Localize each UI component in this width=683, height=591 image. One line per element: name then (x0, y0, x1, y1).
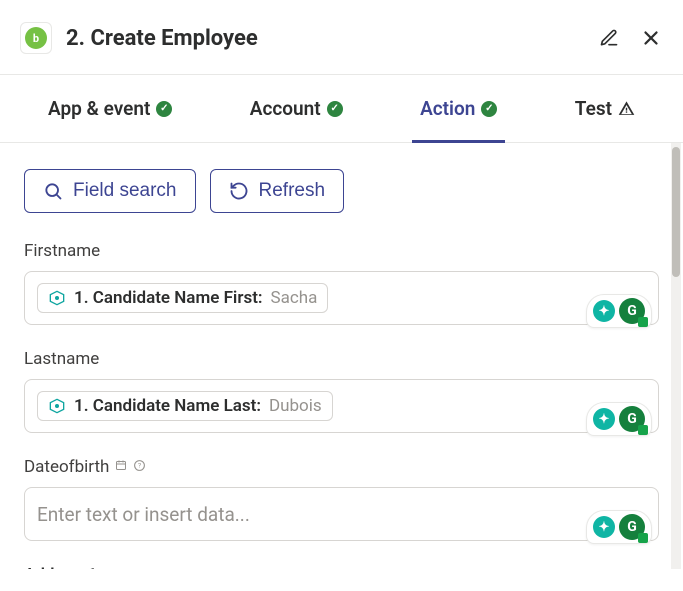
grammarly-icon[interactable]: G (619, 298, 645, 324)
tab-label: Test (575, 97, 612, 120)
field-label: Address1 (24, 565, 659, 569)
tab-action[interactable]: Action (412, 75, 505, 142)
mapped-value-pill[interactable]: 1. Candidate Name Last: Dubois (37, 391, 333, 421)
field-label-text: Dateofbirth (24, 457, 109, 477)
field-label: Lastname (24, 349, 659, 369)
insert-data-icon[interactable]: ✦ (593, 516, 615, 538)
header-actions (597, 26, 663, 50)
app-badge: b (20, 22, 52, 54)
app-logo-icon: b (25, 27, 47, 49)
scrollbar-thumb[interactable] (672, 147, 680, 277)
field-dateofbirth: Dateofbirth ? Enter text or insert data.… (24, 457, 659, 541)
field-search-button[interactable]: Field search (24, 169, 196, 213)
check-circle-icon (327, 101, 343, 117)
grammarly-icon[interactable]: G (619, 514, 645, 540)
tab-account[interactable]: Account (242, 75, 351, 142)
field-helper-icons: ✦ G (586, 294, 652, 328)
tab-app-event[interactable]: App & event (40, 75, 180, 142)
scrollbar-track[interactable] (671, 143, 681, 569)
dateofbirth-input[interactable]: Enter text or insert data... ✦ G (24, 487, 659, 541)
source-app-icon (48, 397, 66, 415)
field-search-label: Field search (73, 180, 177, 202)
edit-icon[interactable] (597, 26, 621, 50)
mapped-value-pill[interactable]: 1. Candidate Name First: Sacha (37, 283, 328, 313)
calendar-hint-icon (115, 459, 127, 475)
form-content: Field search Refresh Firstname 1. Candid… (0, 143, 683, 569)
tab-label: Action (420, 97, 475, 120)
field-lastname: Lastname 1. Candidate Name Last: Dubois … (24, 349, 659, 433)
step-header: b 2. Create Employee (0, 0, 683, 75)
refresh-button[interactable]: Refresh (210, 169, 345, 213)
lastname-input[interactable]: 1. Candidate Name Last: Dubois ✦ G (24, 379, 659, 433)
insert-data-icon[interactable]: ✦ (593, 408, 615, 430)
field-firstname: Firstname 1. Candidate Name First: Sacha… (24, 241, 659, 325)
content-scroll: Field search Refresh Firstname 1. Candid… (0, 143, 683, 569)
insert-data-icon[interactable]: ✦ (593, 300, 615, 322)
tab-label: App & event (48, 97, 150, 120)
svg-text:?: ? (138, 461, 141, 469)
field-label: Dateofbirth ? (24, 457, 659, 477)
close-icon[interactable] (639, 26, 663, 50)
tab-test[interactable]: Test (567, 75, 643, 142)
refresh-label: Refresh (259, 180, 326, 202)
search-icon (43, 181, 63, 201)
field-helper-icons: ✦ G (586, 402, 652, 436)
refresh-icon (229, 181, 249, 201)
pill-label: 1. Candidate Name Last: (74, 396, 261, 416)
warning-triangle-icon (618, 100, 635, 117)
check-circle-icon (481, 101, 497, 117)
pill-value: Sacha (271, 288, 318, 308)
field-toolbar: Field search Refresh (24, 169, 659, 213)
tab-label: Account (250, 97, 321, 120)
pill-value: Dubois (269, 396, 322, 416)
info-icon[interactable]: ? (133, 459, 146, 476)
check-circle-icon (156, 101, 172, 117)
pill-label: 1. Candidate Name First: (74, 288, 263, 308)
source-app-icon (48, 289, 66, 307)
tabs: App & event Account Action Test (0, 75, 683, 143)
field-label: Firstname (24, 241, 659, 261)
input-placeholder: Enter text or insert data... (37, 503, 250, 526)
grammarly-icon[interactable]: G (619, 406, 645, 432)
firstname-input[interactable]: 1. Candidate Name First: Sacha ✦ G (24, 271, 659, 325)
field-helper-icons: ✦ G (586, 510, 652, 544)
step-title: 2. Create Employee (66, 26, 583, 51)
